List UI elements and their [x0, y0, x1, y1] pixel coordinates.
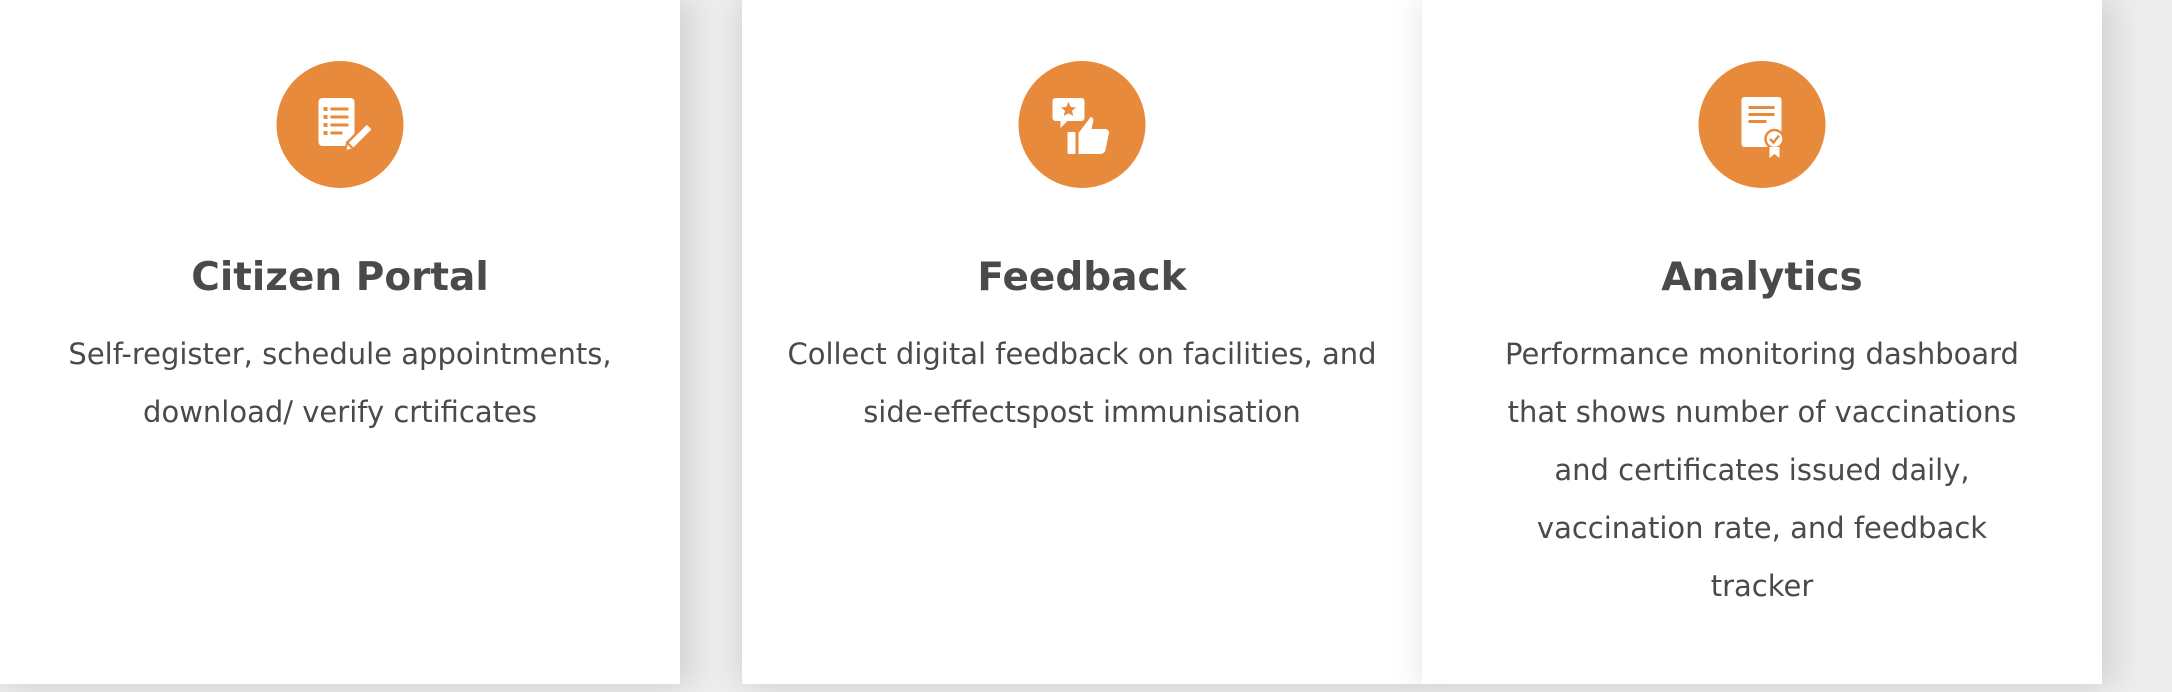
- feature-card-feedback: Feedback Collect digital feedback on fac…: [742, 0, 1422, 684]
- document-edit-icon: [276, 61, 404, 188]
- card-title: Analytics: [1661, 255, 1863, 300]
- features-row: Citizen Portal Self-register, schedule a…: [0, 0, 2172, 692]
- certificate-icon: [1698, 61, 1826, 188]
- feedback-thumbs-up-icon: [1018, 61, 1146, 188]
- card-title: Citizen Portal: [191, 255, 489, 300]
- card-title: Feedback: [977, 255, 1187, 300]
- card-description: Self-register, schedule appointments, do…: [68, 337, 612, 429]
- feature-card-citizen-portal: Citizen Portal Self-register, schedule a…: [0, 0, 680, 684]
- card-description: Performance monitoring dashboard that sh…: [1505, 337, 2019, 603]
- card-description: Collect digital feedback on facilities, …: [787, 337, 1377, 429]
- feature-card-analytics: Analytics Performance monitoring dashboa…: [1422, 0, 2102, 684]
